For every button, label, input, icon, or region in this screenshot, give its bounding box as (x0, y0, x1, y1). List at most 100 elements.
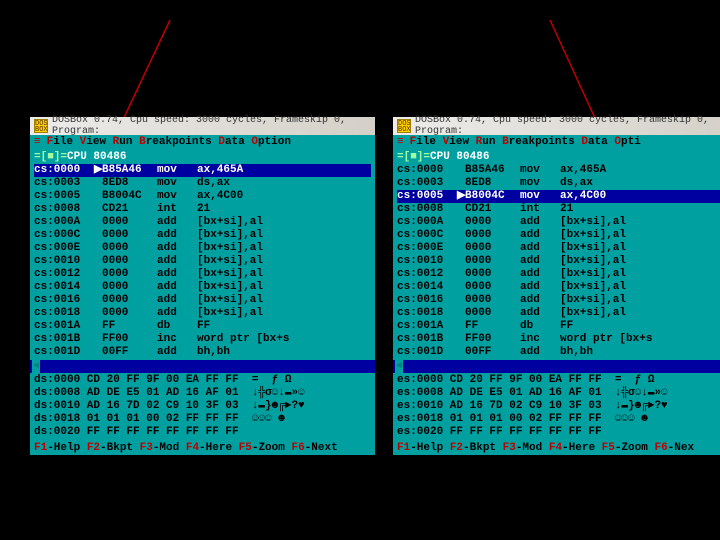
disasm-line[interactable]: cs:001D 00FFaddbh,bh (34, 346, 371, 359)
fkey-desc: -Zoom (615, 442, 655, 454)
fkey-desc: -Help (47, 442, 87, 454)
menu-view[interactable]: View (80, 136, 113, 148)
fkey-f2[interactable]: F2 (87, 442, 100, 454)
fkey-desc: -Mod (153, 442, 186, 454)
disasm-line[interactable]: cs:0012 0000add[bx+si],al (397, 268, 720, 281)
menu-opti[interactable]: Opti (614, 136, 640, 148)
menubar[interactable]: ≡ File View Run Breakpoints Data Option (30, 135, 375, 150)
pane-divider[interactable]: ◄ (393, 360, 720, 373)
dump-line[interactable]: ds:0008 AD DE E5 01 AD 16 AF 01 ↓╬σ☺↓▬»☺ (34, 387, 371, 400)
dump-line[interactable]: es:0018 01 01 01 00 02 FF FF FF ☺☺☺ ☻ (397, 413, 720, 426)
menu-run[interactable]: Run (113, 136, 139, 148)
disasm-line[interactable]: cs:0016 0000add[bx+si],al (34, 294, 371, 307)
fkey-desc: -Bkpt (100, 442, 140, 454)
pane-control-icon[interactable]: =[■]= (34, 151, 67, 163)
disasm-line[interactable]: cs:001B FF00incword ptr [bx+s (397, 333, 720, 346)
disassembly-pane[interactable]: cs:0000▶B85A46movax,465Acs:0003 8ED8movd… (30, 164, 375, 360)
disasm-line[interactable]: cs:0003 8ED8movds,ax (34, 177, 371, 190)
dosbox-icon: DOS BOX (34, 119, 48, 133)
dump-line[interactable]: ds:0000 CD 20 FF 9F 00 EA FF FF = ƒ Ω (34, 374, 371, 387)
disasm-line[interactable]: cs:001A FFdbFF (34, 320, 371, 333)
system-menu-icon[interactable]: ≡ (34, 136, 41, 149)
fkey-desc: -Help (410, 442, 450, 454)
function-key-bar[interactable]: F1-Help F2-Bkpt F3-Mod F4-Here F5-Zoom F… (393, 441, 720, 455)
disasm-line[interactable]: cs:000C 0000add[bx+si],al (397, 229, 720, 242)
disasm-line[interactable]: cs:001D 00FFaddbh,bh (397, 346, 720, 359)
dosbox-window-left: DOS BOX DOSBox 0.74, Cpu speed: 3000 cyc… (30, 117, 375, 455)
disasm-line[interactable]: cs:000E 0000add[bx+si],al (397, 242, 720, 255)
fkey-desc: -Mod (516, 442, 549, 454)
dump-line[interactable]: es:0010 AD 16 7D 02 C9 10 3F 03 ↓▬}☻╔►?♥ (397, 400, 720, 413)
disasm-line[interactable]: cs:0003 8ED8movds,ax (397, 177, 720, 190)
disasm-line[interactable]: cs:0008 CD21int21 (34, 203, 371, 216)
titlebar-text: DOSBox 0.74, Cpu speed: 3000 cycles, Fra… (415, 115, 720, 137)
disasm-line[interactable]: cs:0014 0000add[bx+si],al (397, 281, 720, 294)
fkey-f6[interactable]: F6 (654, 442, 667, 454)
menu-data[interactable]: Data (218, 136, 251, 148)
menu-data[interactable]: Data (581, 136, 614, 148)
disasm-line[interactable]: cs:000C 0000add[bx+si],al (34, 229, 371, 242)
fkey-f1[interactable]: F1 (397, 442, 410, 454)
disasm-line[interactable]: cs:0010 0000add[bx+si],al (397, 255, 720, 268)
fkey-desc: -Zoom (252, 442, 292, 454)
cpu-pane-title: =[■]= CPU 80486 (30, 150, 375, 164)
system-menu-icon[interactable]: ≡ (397, 136, 404, 149)
dump-line[interactable]: ds:0010 AD 16 7D 02 C9 10 3F 03 ↓▬}☻╔►?♥ (34, 400, 371, 413)
dump-line[interactable]: ds:0018 01 01 01 00 02 FF FF FF ☺☺☺ ☻ (34, 413, 371, 426)
fkey-f2[interactable]: F2 (450, 442, 463, 454)
fkey-f1[interactable]: F1 (34, 442, 47, 454)
pane-control-icon[interactable]: =[■]= (397, 151, 430, 163)
disasm-line[interactable]: cs:001A FFdbFF (397, 320, 720, 333)
menu-view[interactable]: View (443, 136, 476, 148)
fkey-desc: -Bkpt (463, 442, 503, 454)
disasm-line[interactable]: cs:0012 0000add[bx+si],al (34, 268, 371, 281)
menubar[interactable]: ≡ File View Run Breakpoints Data Opti (393, 135, 720, 150)
fkey-desc: -Next (305, 442, 338, 454)
fkey-desc: -Here (562, 442, 602, 454)
fkey-f5[interactable]: F5 (239, 442, 252, 454)
fkey-f5[interactable]: F5 (602, 442, 615, 454)
disasm-line[interactable]: cs:0000▶B85A46movax,465A (34, 164, 371, 177)
titlebar[interactable]: DOS BOX DOSBox 0.74, Cpu speed: 3000 cyc… (30, 117, 375, 135)
fkey-f3[interactable]: F3 (503, 442, 516, 454)
disasm-line[interactable]: cs:0000 B85A46movax,465A (397, 164, 720, 177)
menu-breakpoints[interactable]: Breakpoints (502, 136, 581, 148)
disasm-line[interactable]: cs:0014 0000add[bx+si],al (34, 281, 371, 294)
memory-dump-pane[interactable]: ds:0000 CD 20 FF 9F 00 EA FF FF = ƒ Ωds:… (30, 373, 375, 441)
scroll-left-icon[interactable]: ◄ (395, 360, 403, 373)
disasm-line[interactable]: cs:000A 0000add[bx+si],al (34, 216, 371, 229)
fkey-f6[interactable]: F6 (291, 442, 304, 454)
disasm-line[interactable]: cs:000A 0000add[bx+si],al (397, 216, 720, 229)
fkey-f4[interactable]: F4 (186, 442, 199, 454)
titlebar-text: DOSBox 0.74, Cpu speed: 3000 cycles, Fra… (52, 115, 371, 137)
menu-file[interactable]: File (47, 136, 80, 148)
dump-line[interactable]: es:0000 CD 20 FF 9F 00 EA FF FF = ƒ Ω (397, 374, 720, 387)
pane-divider[interactable]: ◄ (30, 360, 375, 373)
scroll-left-icon[interactable]: ◄ (32, 360, 40, 373)
disasm-line[interactable]: cs:0016 0000add[bx+si],al (397, 294, 720, 307)
dosbox-window-right: DOS BOX DOSBox 0.74, Cpu speed: 3000 cyc… (393, 117, 720, 455)
menu-run[interactable]: Run (476, 136, 502, 148)
function-key-bar[interactable]: F1-Help F2-Bkpt F3-Mod F4-Here F5-Zoom F… (30, 441, 375, 455)
fkey-f4[interactable]: F4 (549, 442, 562, 454)
disasm-line[interactable]: cs:0008 CD21int21 (397, 203, 720, 216)
cpu-pane-title: =[■]= CPU 80486 (393, 150, 720, 164)
disasm-line[interactable]: cs:0010 0000add[bx+si],al (34, 255, 371, 268)
titlebar[interactable]: DOS BOX DOSBox 0.74, Cpu speed: 3000 cyc… (393, 117, 720, 135)
disasm-line[interactable]: cs:0018 0000add[bx+si],al (397, 307, 720, 320)
disasm-line[interactable]: cs:0018 0000add[bx+si],al (34, 307, 371, 320)
menu-breakpoints[interactable]: Breakpoints (139, 136, 218, 148)
fkey-f3[interactable]: F3 (140, 442, 153, 454)
memory-dump-pane[interactable]: es:0000 CD 20 FF 9F 00 EA FF FF = ƒ Ωes:… (393, 373, 720, 441)
menu-file[interactable]: File (410, 136, 443, 148)
disassembly-pane[interactable]: cs:0000 B85A46movax,465Acs:0003 8ED8movd… (393, 164, 720, 360)
disasm-line[interactable]: cs:0005 B8004Cmovax,4C00 (34, 190, 371, 203)
dump-line[interactable]: es:0020 FF FF FF FF FF FF FF FF (397, 426, 720, 439)
cpu-label: CPU 80486 (67, 151, 126, 163)
disasm-line[interactable]: cs:000E 0000add[bx+si],al (34, 242, 371, 255)
dump-line[interactable]: es:0008 AD DE E5 01 AD 16 AF 01 ↓╬σ☺↓▬»☺ (397, 387, 720, 400)
disasm-line[interactable]: cs:001B FF00incword ptr [bx+s (34, 333, 371, 346)
dump-line[interactable]: ds:0020 FF FF FF FF FF FF FF FF (34, 426, 371, 439)
menu-option[interactable]: Option (251, 136, 291, 148)
disasm-line[interactable]: cs:0005▶B8004Cmovax,4C00 (397, 190, 720, 203)
